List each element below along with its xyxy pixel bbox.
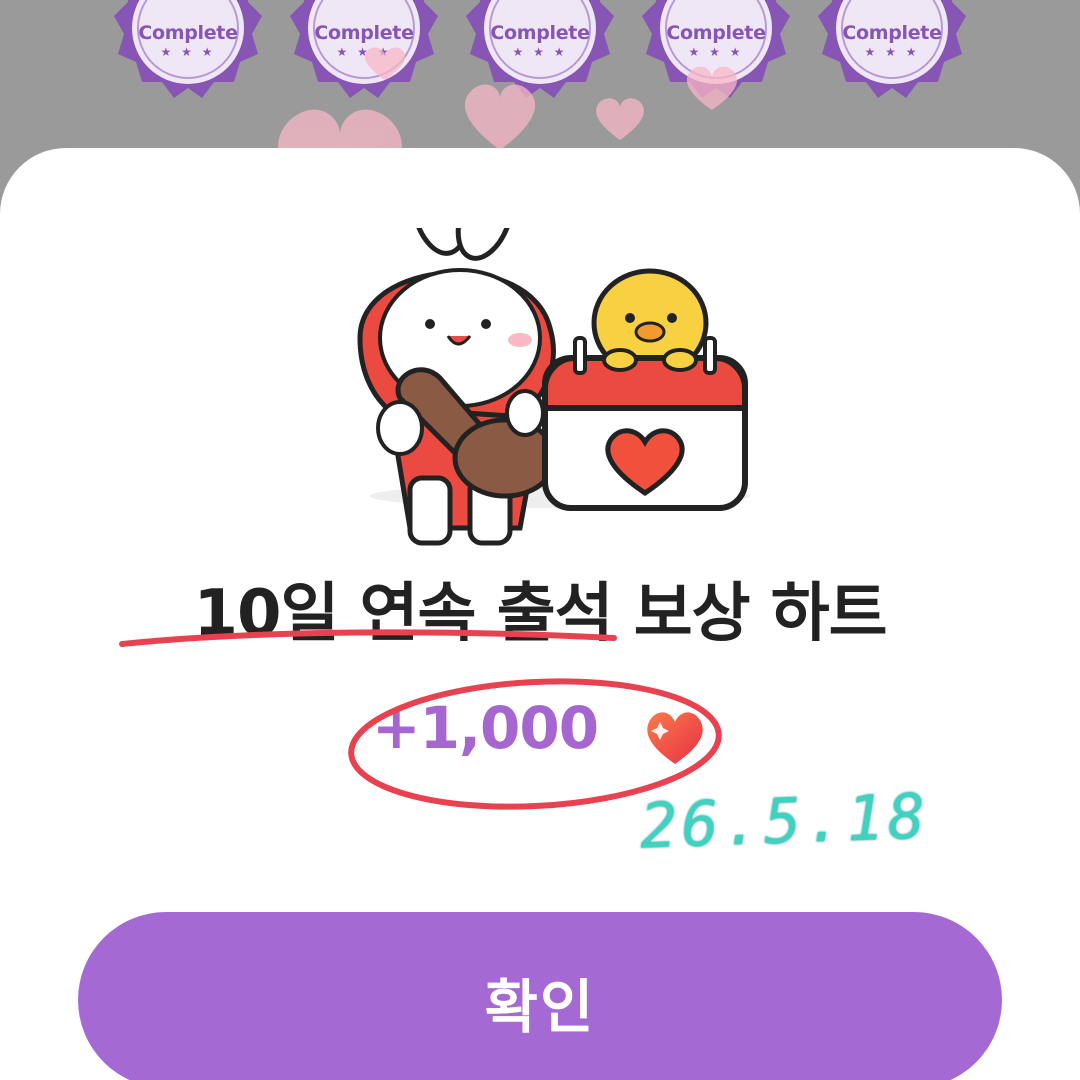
badge-row: Complete ★ ★ ★ Complete ★ ★ ★ Complete ★… [0,0,1080,110]
complete-badge: Complete ★ ★ ★ [636,0,796,100]
badge-label: Complete [666,22,766,44]
complete-badge: Complete ★ ★ ★ [812,0,972,100]
star-icon: ★ ★ ★ [864,45,920,59]
badge-label: Complete [842,22,942,44]
complete-badge: Complete ★ ★ ★ [460,0,620,100]
complete-badge: Complete ★ ★ ★ [284,0,444,100]
star-icon: ★ ★ ★ [512,45,568,59]
star-icon: ★ ★ ★ [688,45,744,59]
underline-annotation [119,629,617,647]
rabbit-stamp-illustration [357,228,750,546]
badge-label: Complete [490,22,590,44]
badge-label: Complete [138,22,238,44]
star-icon: ★ ★ ★ [336,45,392,59]
handwritten-date: 26.5.18 [638,779,931,863]
complete-badge: Complete ★ ★ ★ [108,0,268,100]
star-icon: ★ ★ ★ [160,45,216,59]
badge-label: Complete [314,22,414,44]
confirm-button[interactable]: 확인 [78,912,1002,1080]
